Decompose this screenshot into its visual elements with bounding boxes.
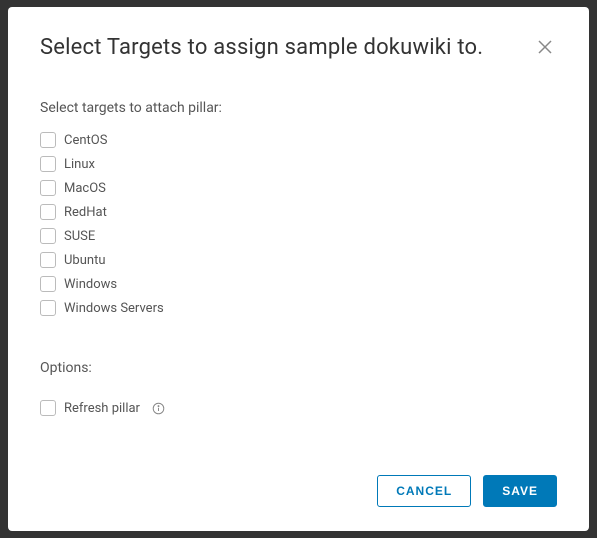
- select-targets-modal: Select Targets to assign sample dokuwiki…: [8, 7, 589, 531]
- checkbox-label: Linux: [64, 157, 95, 172]
- target-checkbox-suse[interactable]: SUSE: [40, 228, 557, 244]
- checkbox-icon: [40, 132, 56, 148]
- checkbox-icon: [40, 204, 56, 220]
- modal-title: Select Targets to assign sample dokuwiki…: [40, 35, 483, 60]
- info-icon[interactable]: [152, 402, 165, 415]
- checkbox-label: Windows Servers: [64, 301, 164, 316]
- targets-section-label: Select targets to attach pillar:: [40, 100, 557, 116]
- checkbox-label: Ubuntu: [64, 253, 106, 268]
- modal-header: Select Targets to assign sample dokuwiki…: [40, 35, 557, 60]
- close-icon[interactable]: [533, 35, 557, 59]
- checkbox-icon: [40, 252, 56, 268]
- checkbox-icon: [40, 228, 56, 244]
- checkbox-icon: [40, 400, 56, 416]
- target-checkbox-centos[interactable]: CentOS: [40, 132, 557, 148]
- targets-list: CentOS Linux MacOS RedHat SUSE Ubuntu Wi…: [40, 132, 557, 316]
- save-button[interactable]: SAVE: [483, 475, 557, 507]
- target-checkbox-ubuntu[interactable]: Ubuntu: [40, 252, 557, 268]
- options-section: Options: Refresh pillar: [40, 360, 557, 416]
- cancel-button[interactable]: CANCEL: [377, 475, 471, 507]
- target-checkbox-windows[interactable]: Windows: [40, 276, 557, 292]
- modal-footer: CANCEL SAVE: [40, 475, 557, 507]
- checkbox-label: RedHat: [64, 205, 107, 220]
- checkbox-icon: [40, 300, 56, 316]
- target-checkbox-windows-servers[interactable]: Windows Servers: [40, 300, 557, 316]
- checkbox-label: Windows: [64, 277, 117, 292]
- refresh-pillar-checkbox[interactable]: Refresh pillar: [40, 400, 557, 416]
- checkbox-label: MacOS: [64, 181, 106, 196]
- checkbox-label: SUSE: [64, 229, 95, 244]
- checkbox-icon: [40, 180, 56, 196]
- checkbox-icon: [40, 276, 56, 292]
- checkbox-icon: [40, 156, 56, 172]
- options-section-label: Options:: [40, 360, 557, 376]
- checkbox-label: Refresh pillar: [64, 401, 140, 416]
- checkbox-label: CentOS: [64, 133, 107, 148]
- target-checkbox-linux[interactable]: Linux: [40, 156, 557, 172]
- target-checkbox-redhat[interactable]: RedHat: [40, 204, 557, 220]
- target-checkbox-macos[interactable]: MacOS: [40, 180, 557, 196]
